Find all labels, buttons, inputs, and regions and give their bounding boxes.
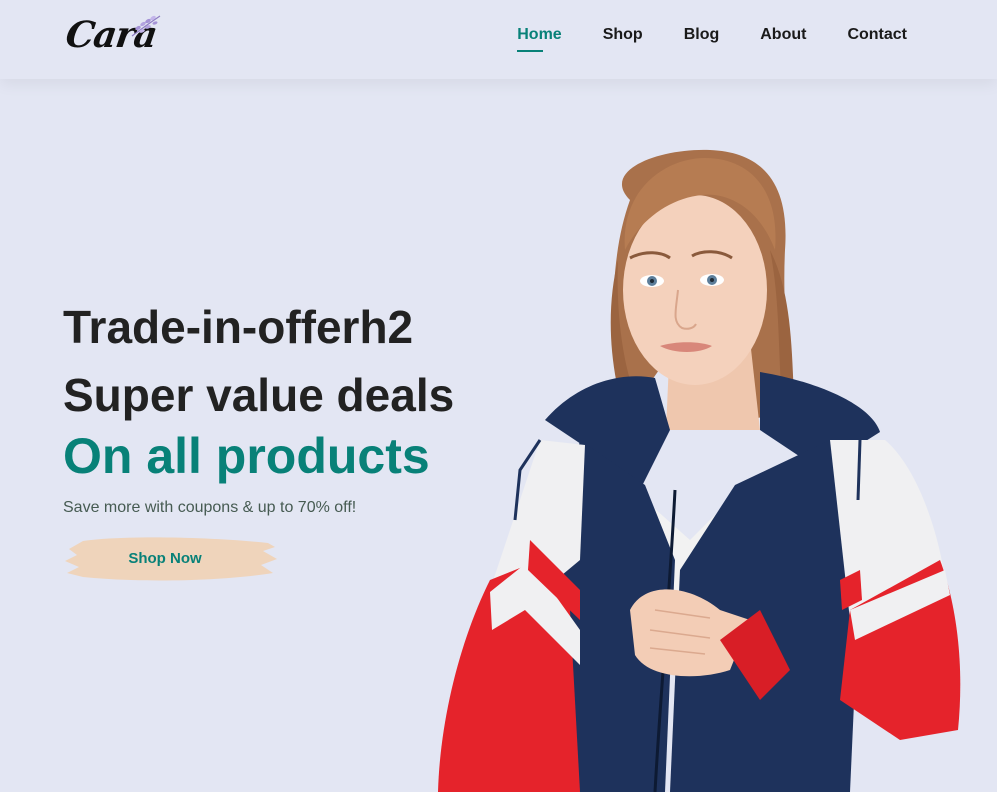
hero-model-image [438,149,961,792]
hero-offer-heading: Trade-in-offerh2 [63,301,414,353]
hero-title: Super value deals [63,369,455,421]
hero-accent-title: On all products [63,428,430,484]
nav-item-about: About [760,26,806,50]
nav-link-contact[interactable]: Contact [847,26,907,50]
nav-link-about[interactable]: About [760,26,806,50]
main-nav: Home Shop Blog About Contact [476,26,907,50]
hero-subtitle: Save more with coupons & up to 70% off! [63,499,357,516]
nav-item-contact: Contact [847,26,907,50]
nav-link-shop[interactable]: Shop [603,26,643,50]
shop-now-button[interactable]: Shop Now [63,533,279,585]
shop-now-label: Shop Now [128,550,202,567]
cara-logo[interactable]: Cara [63,12,164,56]
nav-item-shop: Shop [603,26,643,50]
nav-link-blog[interactable]: Blog [684,26,720,50]
site-header: Cara Home Shop Blog About Contact [0,0,997,79]
nav-item-blog: Blog [684,26,720,50]
nav-link-home[interactable]: Home [517,26,561,50]
lavender-sprig-icon [131,15,161,37]
nav-item-home: Home [517,26,561,50]
